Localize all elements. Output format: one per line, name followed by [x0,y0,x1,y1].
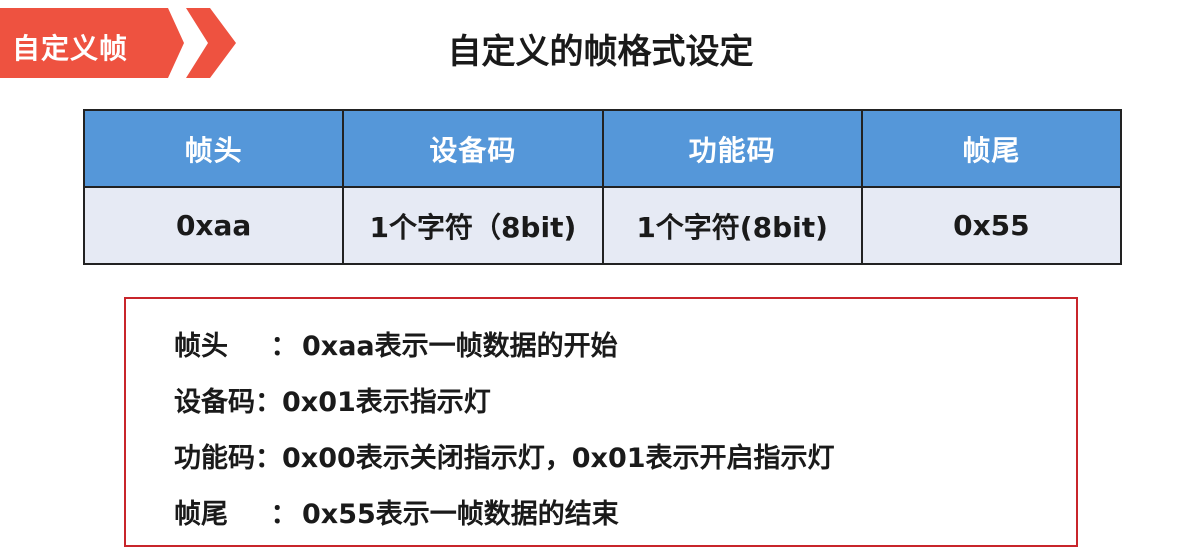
note-text: 0x01表示指示灯 [282,386,491,418]
page-title: 自定义的帧格式设定 [447,32,754,72]
note-item-function-code: 功能码 ： 0x00表示关闭指示灯，0x01表示开启指示灯 [174,435,835,475]
cell-frame-head: 0xaa [82,186,345,265]
note-separator: ： [270,498,298,530]
table-header-row: 帧头 设备码 功能码 帧尾 [82,109,1123,188]
cell-frame-tail: 0x55 [860,186,1123,265]
note-item-device-code: 设备码 ： 0x01表示指示灯 [174,379,491,419]
note-key: 功能码 [174,442,255,474]
note-separator: ： [255,442,282,474]
cell-function-code: 1个字符(8bit) [601,186,863,265]
note-key: 帧头 [174,330,228,362]
table-row: 0xaa 1个字符（8bit) 1个字符(8bit) 0x55 [82,186,1123,265]
note-text: 0x55表示一帧数据的结束 [302,498,619,530]
note-item-frame-tail: 帧尾 ： 0x55表示一帧数据的结束 [174,491,619,531]
notes-box: 帧头 ： 0xaa表示一帧数据的开始 设备码 ： 0x01表示指示灯 功能码 ：… [124,297,1078,547]
note-text: 0x00表示关闭指示灯，0x01表示开启指示灯 [282,442,835,474]
note-text: 0xaa表示一帧数据的开始 [302,330,618,362]
note-key: 帧尾 [174,498,228,530]
note-separator: ： [270,330,298,362]
note-item-frame-head: 帧头 ： 0xaa表示一帧数据的开始 [174,323,618,363]
cell-device-code: 1个字符（8bit) [342,186,604,265]
header-frame-head: 帧头 [82,109,345,188]
header-device-code: 设备码 [342,109,604,188]
header-frame-tail: 帧尾 [860,109,1123,188]
note-key: 设备码 [174,386,255,418]
header-function-code: 功能码 [601,109,863,188]
frame-format-table: 帧头 设备码 功能码 帧尾 0xaa 1个字符（8bit) 1个字符(8bit)… [82,109,1123,265]
note-separator: ： [255,386,282,418]
